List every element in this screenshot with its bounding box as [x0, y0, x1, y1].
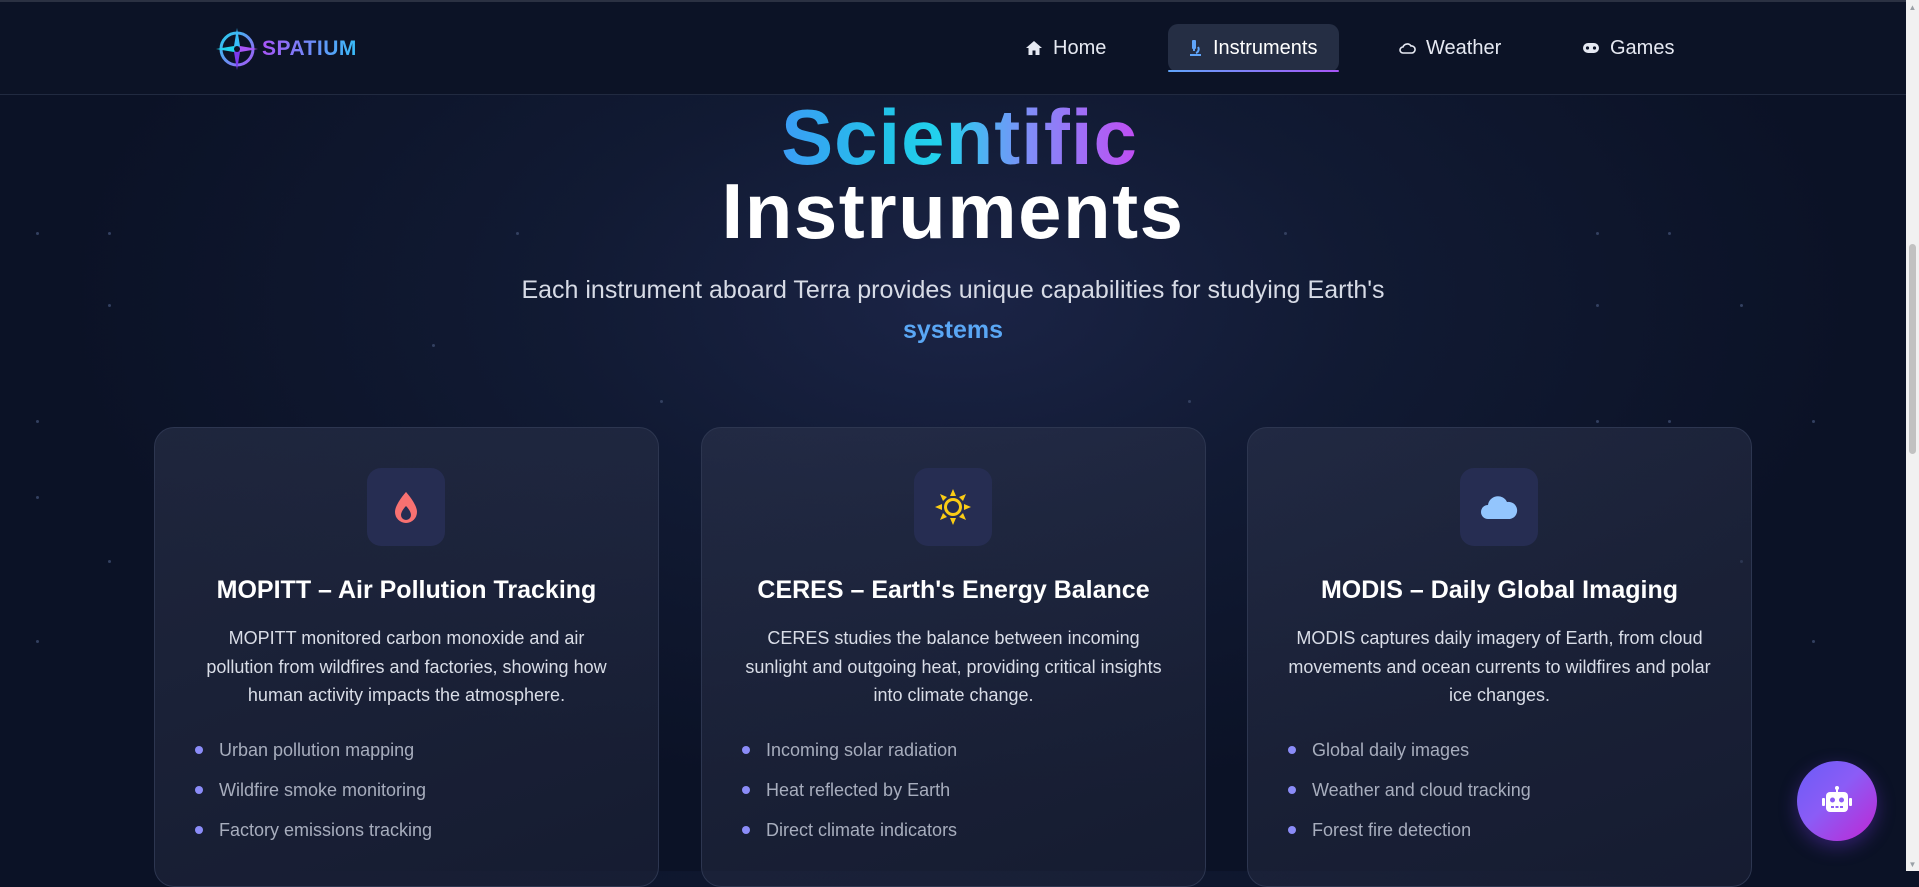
feature-item: Wildfire smoke monitoring — [195, 770, 432, 810]
hero-subtitle-text: Each instrument aboard Terra provides un… — [521, 276, 1385, 304]
hero-subtitle: Each instrument aboard Terra provides un… — [0, 270, 1906, 350]
bullet-dot — [742, 786, 750, 794]
nav-home-label: Home — [1053, 36, 1107, 59]
cloud-icon — [1460, 468, 1538, 546]
card-title: CERES – Earth's Energy Balance — [757, 576, 1150, 604]
card-description: CERES studies the balance between incomi… — [745, 628, 1162, 705]
instrument-card-mopitt: MOPITT – Air Pollution Tracking MOPITT m… — [154, 427, 659, 887]
feature-item: Factory emissions tracking — [195, 810, 432, 850]
feature-item: Forest fire detection — [1288, 810, 1531, 850]
feature-list: Global daily images Weather and cloud tr… — [1288, 730, 1531, 850]
bullet-dot — [1288, 786, 1296, 794]
feature-text: Factory emissions tracking — [219, 819, 433, 840]
sun-icon — [914, 468, 992, 546]
nav-games-label: Games — [1610, 36, 1675, 59]
cloud-icon — [1399, 42, 1416, 55]
card-description: MOPITT monitored carbon monoxide and air… — [206, 628, 607, 705]
robot-icon — [1822, 786, 1852, 812]
bullet-dot — [195, 826, 203, 834]
brand-logo[interactable]: SPATIUM — [214, 26, 357, 72]
feature-item: Heat reflected by Earth — [742, 770, 957, 810]
card-title: MOPITT – Air Pollution Tracking — [216, 576, 597, 604]
feature-text: Urban pollution mapping — [219, 739, 415, 760]
gamepad-icon — [1582, 42, 1600, 54]
bullet-dot — [742, 746, 750, 754]
feature-text: Weather and cloud tracking — [1312, 779, 1531, 800]
nav-instruments[interactable]: Instruments — [1168, 24, 1339, 72]
feature-item: Incoming solar radiation — [742, 730, 957, 770]
chatbot-button[interactable] — [1797, 761, 1877, 841]
bullet-dot — [1288, 746, 1296, 754]
feature-text: Global daily images — [1312, 739, 1470, 760]
feature-text: Heat reflected by Earth — [766, 779, 951, 800]
hero-subtitle-highlight: systems — [902, 316, 1004, 344]
card-description: MODIS captures daily imagery of Earth, f… — [1288, 628, 1711, 705]
bullet-dot — [195, 786, 203, 794]
feature-item: Global daily images — [1288, 730, 1531, 770]
nav-home[interactable]: Home — [1006, 24, 1125, 72]
card-title: MODIS – Daily Global Imaging — [1320, 576, 1678, 604]
scroll-up-arrow-icon[interactable]: ▲ — [1906, 0, 1919, 14]
compass-logo-icon — [216, 28, 258, 70]
scroll-down-arrow-icon[interactable]: ▼ — [1906, 857, 1919, 871]
bullet-dot — [1288, 826, 1296, 834]
nav-instruments-label: Instruments — [1213, 36, 1318, 59]
nav-games[interactable]: Games — [1563, 24, 1693, 72]
nav-weather-label: Weather — [1426, 36, 1502, 59]
instrument-card-ceres: CERES – Earth's Energy Balance CERES stu… — [701, 427, 1206, 887]
bullet-dot — [195, 746, 203, 754]
home-icon — [1025, 40, 1043, 56]
microscope-icon — [1187, 39, 1203, 57]
feature-text: Incoming solar radiation — [766, 739, 958, 760]
feature-text: Direct climate indicators — [766, 819, 958, 840]
bullet-dot — [742, 826, 750, 834]
feature-text: Forest fire detection — [1312, 819, 1472, 840]
scrollbar-thumb[interactable] — [1909, 244, 1916, 454]
brand-name: SPATIUM — [262, 37, 357, 60]
instrument-card-modis: MODIS – Daily Global Imaging MODIS captu… — [1247, 427, 1752, 887]
hero-title-plain: Instruments — [721, 167, 1185, 255]
feature-item: Urban pollution mapping — [195, 730, 432, 770]
top-navbar: SPATIUM Home Instruments Weather Games — [0, 0, 1906, 95]
feature-list: Incoming solar radiation Heat reflected … — [742, 730, 957, 850]
feature-item: Direct climate indicators — [742, 810, 957, 850]
droplet-icon — [367, 468, 445, 546]
nav-weather[interactable]: Weather — [1380, 24, 1520, 72]
feature-text: Wildfire smoke monitoring — [219, 779, 427, 800]
feature-list: Urban pollution mapping Wildfire smoke m… — [195, 730, 432, 850]
feature-item: Weather and cloud tracking — [1288, 770, 1531, 810]
page-scrollbar[interactable]: ▲ ▼ — [1906, 0, 1919, 871]
